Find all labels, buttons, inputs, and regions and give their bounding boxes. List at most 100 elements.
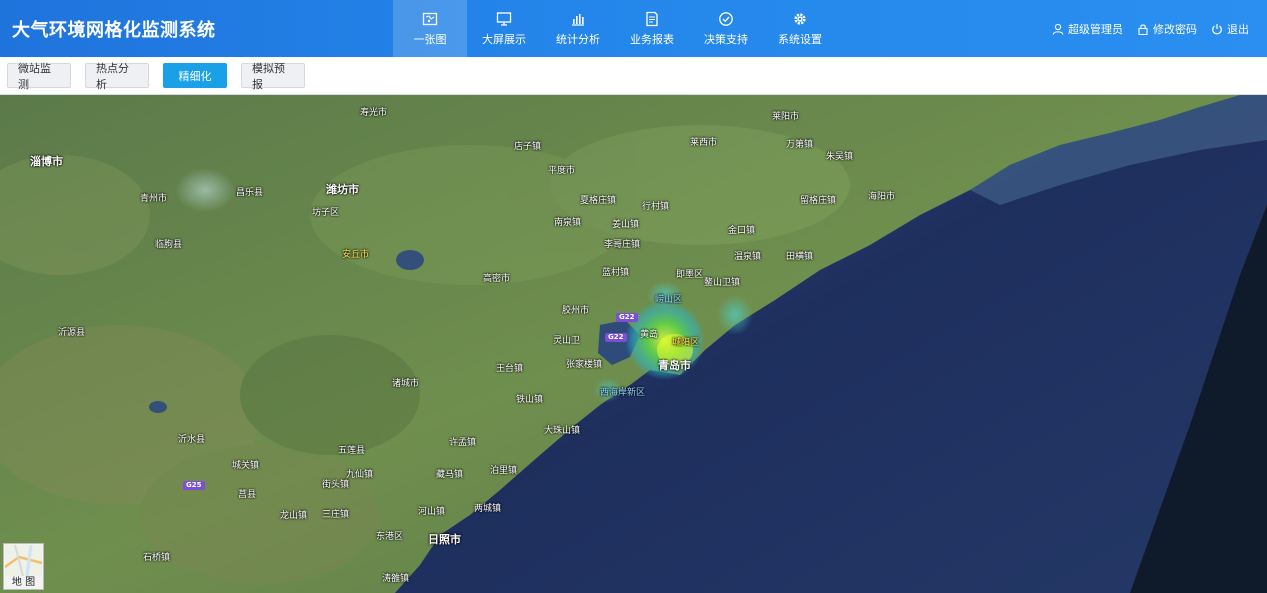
- place-label: 蓝村镇: [602, 268, 630, 278]
- satellite-map[interactable]: G22 G22 G25 淄博市 潍坊市 青岛市 日照市 莱西市 平度市 高密市 …: [0, 95, 1267, 593]
- place-label: 鳌山卫镇: [704, 278, 741, 288]
- place-label: 海阳市: [868, 192, 896, 202]
- nav-label: 统计分析: [556, 32, 600, 46]
- place-label: 夏格庄镇: [580, 196, 617, 206]
- place-label: 胶州市: [562, 306, 590, 316]
- place-label: 崂山区: [655, 295, 683, 305]
- place-label: 西海岸新区: [600, 388, 646, 398]
- place-label: 城关镇: [232, 461, 260, 471]
- logout-link[interactable]: 退出: [1211, 21, 1249, 37]
- place-label: 莒县: [238, 490, 257, 500]
- place-label: 诸城市: [392, 379, 420, 389]
- place-label: 街头镇: [322, 480, 350, 490]
- place-label: 莱西市: [690, 138, 718, 148]
- user-account-link[interactable]: 超级管理员: [1052, 21, 1123, 37]
- place-label: 灵山卫: [553, 336, 581, 346]
- report-icon: [646, 11, 658, 26]
- nav-item-settings[interactable]: 系统设置: [763, 0, 837, 57]
- user-area: 超级管理员 修改密码 退出: [1052, 0, 1249, 57]
- place-label: 南泉镇: [554, 218, 582, 228]
- place-label: 铁山镇: [516, 395, 544, 405]
- place-label: 万第镇: [786, 140, 814, 150]
- place-label: 李哥庄镇: [604, 240, 641, 250]
- place-label: 莱阳市: [772, 112, 800, 122]
- change-password-label: 修改密码: [1153, 22, 1197, 36]
- place-label: 黄岛: [640, 330, 659, 340]
- place-label: 沂源县: [58, 328, 86, 338]
- place-label: 沂水县: [178, 435, 206, 445]
- user-icon: [1052, 23, 1064, 35]
- place-label: 安丘市: [342, 250, 370, 260]
- bar-chart-icon: [572, 13, 584, 26]
- road-badge-g22: G22: [605, 333, 627, 342]
- subtab-forecast[interactable]: 模拟预报: [241, 62, 305, 91]
- place-label: 王台镇: [496, 364, 524, 374]
- subtab-fine-grid[interactable]: 精细化: [163, 63, 227, 88]
- user-name: 超级管理员: [1068, 22, 1123, 36]
- nav-label: 系统设置: [778, 32, 822, 46]
- place-label: 三庄镇: [322, 510, 350, 520]
- place-label: 即墨区: [676, 270, 704, 280]
- nav-item-map[interactable]: 一张图: [393, 0, 467, 57]
- app-title: 大气环境网格化监测系统: [12, 20, 216, 41]
- place-label: 青岛市: [658, 359, 691, 372]
- map-thumbnail-icon: [5, 545, 42, 576]
- place-label: 温泉镇: [734, 252, 762, 262]
- place-label: 店子镇: [514, 142, 542, 152]
- place-label: 潍坊市: [326, 183, 359, 196]
- gear-icon: [794, 12, 806, 25]
- nav-label: 业务报表: [630, 32, 674, 46]
- place-label: 姜山镇: [612, 220, 640, 230]
- place-label: 寿光市: [360, 108, 388, 118]
- haze-patch: [175, 168, 235, 212]
- place-label: 河山镇: [418, 507, 446, 517]
- nav-item-statistics[interactable]: 统计分析: [541, 0, 615, 57]
- place-label: 张家楼镇: [566, 360, 603, 370]
- place-label: 朱吴镇: [826, 152, 854, 162]
- place-label: 高密市: [483, 274, 511, 284]
- map-type-switch[interactable]: 地 图: [3, 543, 44, 590]
- reservoir: [149, 401, 167, 413]
- logout-label: 退出: [1227, 22, 1249, 36]
- place-label: 留格庄镇: [800, 196, 837, 206]
- place-label: 九仙镇: [346, 470, 374, 480]
- place-label: 许孟镇: [449, 438, 477, 448]
- map-switch-label: 地 图: [11, 577, 36, 588]
- place-label: 泊里镇: [490, 466, 518, 476]
- subtab-hotspot[interactable]: 热点分析: [85, 62, 149, 91]
- place-label: 石桥镇: [143, 553, 171, 563]
- place-label: 大珠山镇: [544, 426, 581, 436]
- reservoir: [396, 250, 424, 270]
- place-label: 日照市: [428, 533, 461, 546]
- place-label: 淄博市: [30, 155, 63, 168]
- place-label: 昌乐县: [236, 188, 264, 198]
- place-label: 两城镇: [474, 504, 502, 514]
- map-icon: [422, 12, 438, 25]
- nav-item-decision[interactable]: 决策支持: [689, 0, 763, 57]
- place-label: 藏马镇: [436, 470, 464, 480]
- nav-label: 决策支持: [704, 32, 748, 46]
- nav-label: 大屏展示: [482, 32, 526, 46]
- road-badge-g22: G22: [616, 313, 638, 322]
- subtab-micro-station[interactable]: 微站监测: [7, 62, 71, 91]
- nav-item-big-screen[interactable]: 大屏展示: [467, 0, 541, 57]
- change-password-link[interactable]: 修改密码: [1137, 21, 1197, 37]
- heatmap-blob: [717, 295, 753, 335]
- monitor-icon: [496, 11, 512, 26]
- place-label: 五莲县: [338, 446, 366, 456]
- check-circle-icon: [719, 11, 733, 26]
- place-label: 城阳区: [672, 338, 700, 348]
- lock-icon: [1138, 24, 1148, 35]
- place-label: 金口镇: [728, 226, 756, 236]
- nav-item-reports[interactable]: 业务报表: [615, 0, 689, 57]
- place-label: 田横镇: [786, 252, 814, 262]
- nav-label: 一张图: [413, 32, 447, 46]
- place-label: 行村镇: [642, 202, 670, 212]
- map-canvas: [0, 95, 1267, 593]
- top-header: 大气环境网格化监测系统 一张图 大屏展示 统计分析 业务报表 决策支持 系统设置: [0, 0, 1267, 57]
- power-icon: [1212, 23, 1222, 34]
- place-label: 坊子区: [312, 208, 340, 218]
- road-badge-g25: G25: [183, 481, 205, 490]
- place-label: 青州市: [140, 194, 168, 204]
- main-nav: 一张图 大屏展示 统计分析 业务报表 决策支持 系统设置: [393, 0, 837, 57]
